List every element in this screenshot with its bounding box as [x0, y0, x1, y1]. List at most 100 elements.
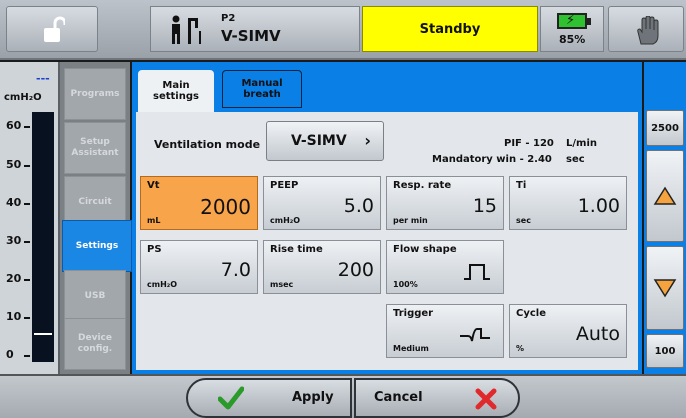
param-name: Flow shape: [393, 244, 457, 255]
alarm-silence-button[interactable]: [608, 6, 684, 52]
param-value: 5.0: [343, 195, 374, 217]
pressure-unit: cmH₂O: [4, 92, 42, 103]
patient-label: P2: [221, 13, 236, 24]
param-name: Rise time: [270, 244, 323, 255]
cancel-label: Cancel: [374, 390, 423, 405]
square-wave-icon: [464, 264, 490, 280]
nav-settings[interactable]: Settings: [62, 220, 132, 272]
cancel-button[interactable]: Cancel: [354, 378, 520, 418]
chevron-right-icon: ›: [364, 131, 371, 150]
nav-usb[interactable]: USB: [64, 270, 126, 322]
param-value: 15: [472, 195, 497, 217]
nav-device-config[interactable]: Device config.: [64, 318, 126, 370]
param-trigger[interactable]: Trigger Medium: [386, 304, 504, 358]
param-name: Cycle: [516, 308, 546, 319]
param-flow-shape[interactable]: Flow shape 100%: [386, 240, 504, 294]
trigger-wave-icon: [460, 328, 490, 342]
patient-icons: [172, 15, 201, 44]
param-unit: sec: [516, 216, 531, 225]
nav-label: Device config.: [77, 333, 113, 354]
param-name: Vt: [147, 180, 160, 191]
param-value: Auto: [575, 323, 620, 345]
mandatory-window: Mandatory win - 2.40: [432, 154, 552, 165]
close-icon: [475, 388, 497, 410]
pressure-reading: ---: [36, 72, 50, 85]
param-unit: msec: [270, 280, 294, 289]
hand-icon: [637, 16, 659, 45]
nav-label: USB: [84, 290, 106, 301]
nav-programs[interactable]: Programs: [64, 68, 126, 120]
tab-label: Main settings: [153, 80, 199, 102]
param-resp-rate[interactable]: Resp. rate 15 per min: [386, 176, 504, 230]
pressure-tick: 60: [6, 119, 31, 132]
tab-manual-breath[interactable]: Manual breath: [222, 70, 302, 108]
nav-label: Setup Assistant: [71, 137, 119, 158]
pressure-tick: 40: [6, 196, 31, 209]
tab-main-settings[interactable]: Main settings: [138, 70, 214, 112]
pressure-tick: 20: [6, 272, 31, 285]
param-unit: mL: [147, 216, 161, 225]
side-nav: Programs Setup Assistant Circuit Setting…: [60, 62, 132, 374]
patient-mode-panel[interactable]: P2 V-SIMV: [150, 6, 360, 52]
param-value: 7.0: [220, 259, 251, 281]
param-value: 200: [337, 259, 374, 281]
pressure-tick: 50: [6, 158, 31, 171]
battery-indicator: ⚡ 85%: [540, 6, 604, 52]
ventilation-mode-value: V-SIMV: [291, 133, 347, 149]
param-rise-time[interactable]: Rise time 200 msec: [263, 240, 381, 294]
battery-percent: 85%: [559, 33, 586, 46]
param-unit: per min: [393, 216, 428, 225]
pressure-gauge: --- cmH₂O 60 50 40 30 20 10 0: [0, 62, 60, 374]
value-adjust-strip: 2500 100: [644, 62, 686, 374]
lock-button[interactable]: [6, 6, 98, 52]
pressure-tick: 30: [6, 234, 31, 247]
min-value-label: 100: [646, 334, 684, 368]
tab-label: Manual breath: [241, 78, 283, 100]
param-cycle[interactable]: Cycle Auto %: [509, 304, 627, 358]
param-name: PS: [147, 244, 162, 255]
param-ps[interactable]: PS 7.0 cmH₂O: [140, 240, 258, 294]
param-ti[interactable]: Ti 1.00 sec: [509, 176, 627, 230]
pressure-tick: 10: [6, 310, 31, 323]
arrow-down-icon: [653, 279, 677, 298]
param-unit: 100%: [393, 280, 418, 289]
param-vt[interactable]: Vt 2000 mL: [140, 176, 258, 230]
param-value: 1.00: [577, 195, 620, 217]
pif-value: PIF - 120: [504, 138, 554, 149]
param-name: Ti: [516, 180, 527, 191]
top-bar: P2 V-SIMV Standby ⚡ 85%: [0, 0, 686, 60]
param-name: PEEP: [270, 180, 299, 191]
main-settings-content: Ventilation mode V-SIMV › PIF - 120 L/mi…: [136, 112, 638, 370]
max-value: 2500: [651, 122, 679, 134]
padlock-open-icon: [44, 16, 65, 42]
decrease-button[interactable]: [646, 246, 684, 330]
ventilation-mode-label: Ventilation mode: [154, 138, 261, 151]
bottom-bar: Apply Cancel: [0, 374, 686, 418]
increase-button[interactable]: [646, 150, 684, 242]
apply-button[interactable]: Apply: [186, 378, 352, 418]
arrow-up-icon: [653, 186, 677, 205]
settings-panel: Main settings Manual breath Ventilation …: [132, 62, 642, 374]
max-value-label: 2500: [646, 110, 684, 146]
pressure-column: [32, 112, 54, 362]
ventilation-mode-button[interactable]: V-SIMV ›: [266, 121, 384, 161]
nav-label: Settings: [75, 240, 119, 251]
battery-icon: ⚡: [557, 13, 591, 29]
param-name: Resp. rate: [393, 180, 452, 191]
param-peep[interactable]: PEEP 5.0 cmH₂O: [263, 176, 381, 230]
nav-label: Programs: [70, 88, 120, 99]
apply-label: Apply: [292, 390, 334, 405]
mandatory-window-unit: sec: [566, 154, 585, 165]
min-value: 100: [654, 345, 676, 357]
pif-unit: L/min: [566, 138, 597, 149]
pressure-tick: 0: [6, 348, 29, 361]
param-unit: Medium: [393, 344, 429, 353]
standby-status[interactable]: Standby: [362, 6, 538, 52]
param-unit: cmH₂O: [270, 216, 301, 225]
mode-label: V-SIMV: [221, 27, 281, 45]
param-name: Trigger: [393, 308, 434, 319]
nav-setup-assistant[interactable]: Setup Assistant: [64, 122, 126, 174]
param-unit: cmH₂O: [147, 280, 178, 289]
param-value: 2000: [200, 195, 251, 219]
nav-label: Circuit: [78, 196, 112, 207]
